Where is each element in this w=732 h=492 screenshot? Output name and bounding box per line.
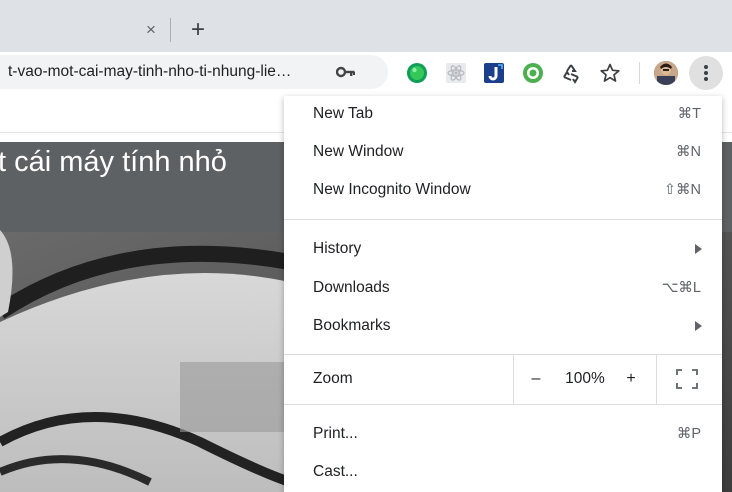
react-extension-icon[interactable] <box>445 62 467 84</box>
hero-title: t cái máy tính nhỏ <box>0 146 227 178</box>
avatar[interactable] <box>654 61 678 85</box>
zoom-label: Zoom <box>313 370 353 387</box>
menu-dot <box>704 77 708 81</box>
menu-item-zoom: Zoom – 100% + <box>284 354 722 404</box>
menu-item-label: New Window <box>313 143 404 160</box>
menu-item-label: Cast... <box>313 463 358 480</box>
green-dot-extension-icon[interactable] <box>406 62 428 84</box>
profile-photo-icon <box>654 61 678 85</box>
menu-item-shortcut: ⌘T <box>677 106 701 122</box>
menu-item-label: History <box>313 240 362 257</box>
zoom-level: 100% <box>565 370 605 387</box>
menu-item-print[interactable]: Print... ⌘P <box>284 415 722 453</box>
menu-item-new-tab[interactable]: New Tab ⌘T <box>284 95 722 133</box>
address-bar[interactable]: t-vao-mot-cai-may-tinh-nho-ti-nhung-lie… <box>0 55 388 89</box>
menu-item-label: Print... <box>313 425 358 442</box>
more-menu-button[interactable] <box>689 56 723 90</box>
menu-item-shortcut: ⇧⌘N <box>663 182 701 198</box>
menu-item-history[interactable]: History <box>284 230 722 268</box>
menu-item-new-window[interactable]: New Window ⌘N <box>284 133 722 171</box>
tab-strip: × + <box>0 0 732 52</box>
submenu-arrow-icon <box>695 321 702 331</box>
menu-item-label: New Incognito Window <box>313 181 471 198</box>
toolbar-separator <box>639 62 640 84</box>
key-icon[interactable] <box>336 64 356 80</box>
recycle-icon[interactable] <box>560 62 582 84</box>
zoom-controls: – 100% + <box>513 354 657 404</box>
url-text[interactable]: t-vao-mot-cai-may-tinh-nho-ti-nhung-lie… <box>8 55 338 89</box>
menu-item-bookmarks[interactable]: Bookmarks <box>284 307 722 345</box>
new-tab-button[interactable]: + <box>186 17 210 43</box>
menu-item-label: Downloads <box>313 279 390 296</box>
star-icon[interactable] <box>599 62 621 84</box>
menu-dot <box>704 71 708 75</box>
close-tab-icon[interactable]: × <box>143 20 159 40</box>
menu-separator <box>284 404 722 405</box>
menu-item-new-incognito-window[interactable]: New Incognito Window ⇧⌘N <box>284 171 722 209</box>
menu-item-label: Bookmarks <box>313 317 391 334</box>
menu-item-label: New Tab <box>313 105 374 122</box>
fullscreen-icon[interactable] <box>676 369 698 389</box>
zoom-out-button[interactable]: – <box>524 354 548 404</box>
toolbar: t-vao-mot-cai-may-tinh-nho-ti-nhung-lie… <box>0 52 732 96</box>
menu-item-downloads[interactable]: Downloads ⌥⌘L <box>284 269 722 307</box>
tab-separator <box>170 18 171 42</box>
browser-menu: New Tab ⌘T New Window ⌘N New Incognito W… <box>284 96 722 492</box>
zoom-in-button[interactable]: + <box>619 354 643 404</box>
menu-dot <box>704 65 708 69</box>
j-extension-icon[interactable] <box>483 62 505 84</box>
menu-item-shortcut: ⌘N <box>676 144 701 160</box>
submenu-arrow-icon <box>695 244 702 254</box>
green-gear-extension-icon[interactable] <box>522 62 544 84</box>
menu-item-shortcut: ⌥⌘L <box>661 280 701 296</box>
menu-item-shortcut: ⌘P <box>676 426 701 442</box>
menu-separator <box>284 219 722 220</box>
menu-item-cast[interactable]: Cast... <box>284 453 722 491</box>
